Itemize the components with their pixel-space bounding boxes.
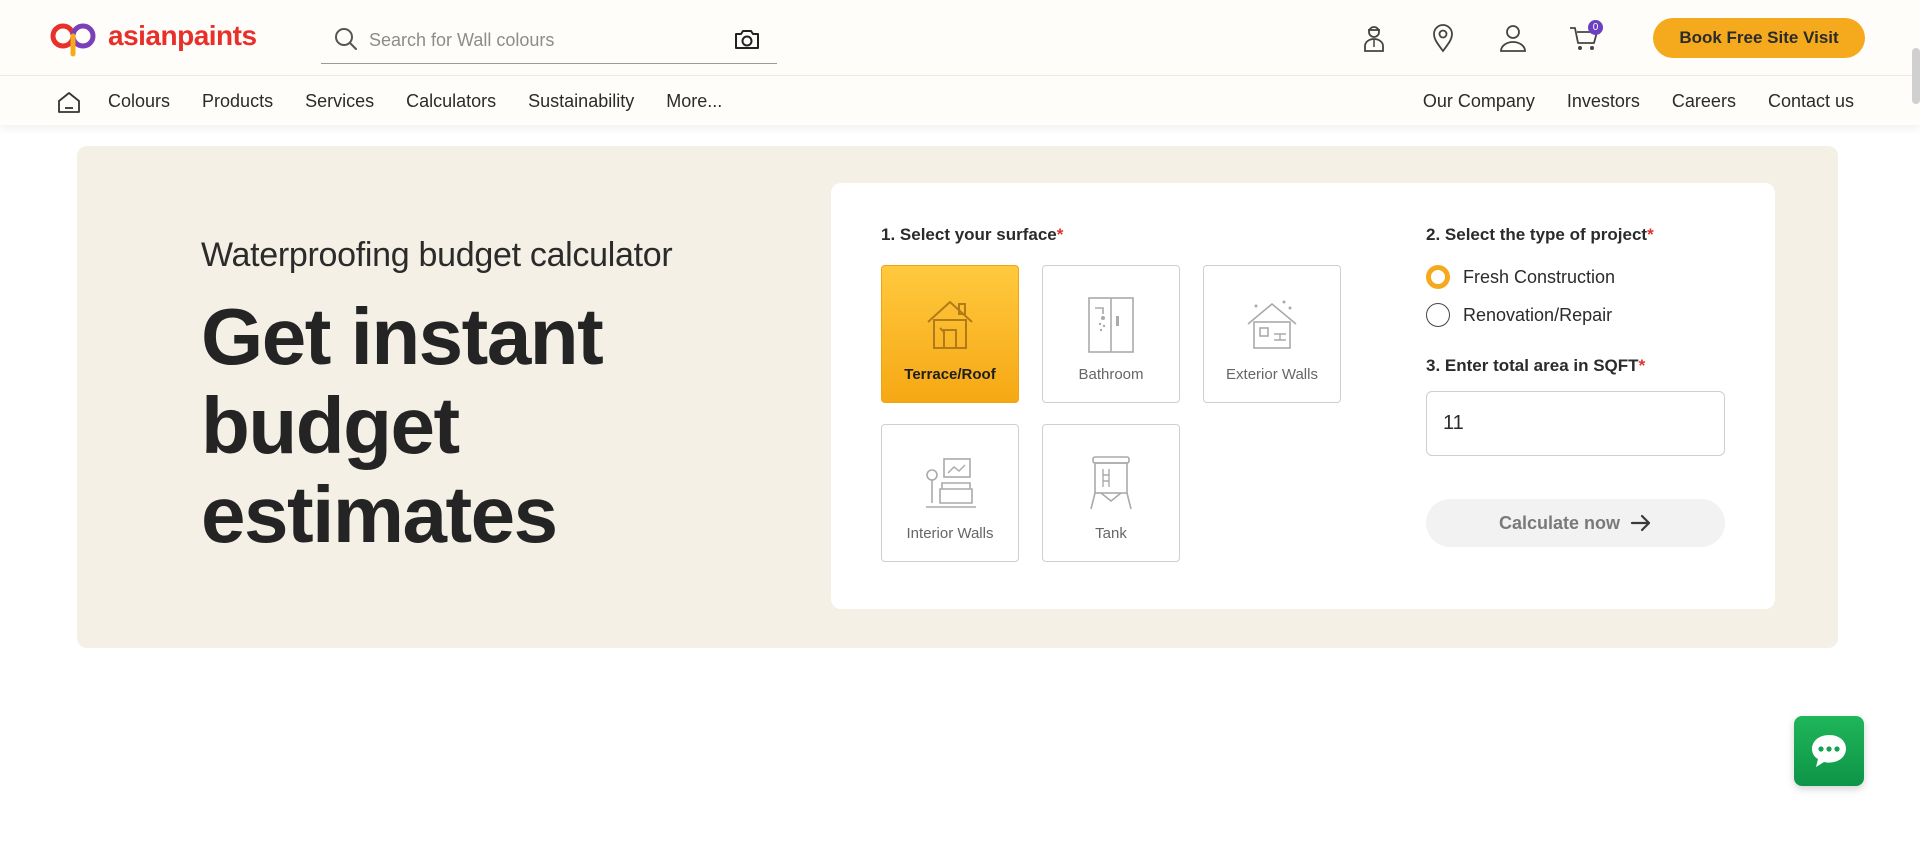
- required-mark: *: [1647, 225, 1654, 244]
- step-2-label-text: 2. Select the type of project: [1426, 225, 1648, 244]
- surface-option-terrace-roof[interactable]: Terrace/Roof: [881, 265, 1019, 403]
- arrow-right-icon: [1630, 514, 1651, 532]
- project-type-renovation-repair[interactable]: Renovation/Repair: [1426, 303, 1612, 327]
- nav-sustainability[interactable]: Sustainability: [528, 91, 634, 112]
- nav-more[interactable]: More...: [666, 91, 722, 112]
- cart-count-badge: 0: [1588, 20, 1603, 35]
- search-bar: [321, 16, 777, 64]
- brand-logo-text: asianpaints: [108, 20, 257, 51]
- search-icon: [335, 28, 357, 50]
- search-input[interactable]: [369, 26, 709, 54]
- radio-label: Fresh Construction: [1463, 266, 1616, 287]
- brick-house-icon: [1247, 300, 1297, 349]
- nav-left-links: Colours Products Services Calculators Su…: [108, 76, 754, 126]
- location-pin-icon[interactable]: [1427, 22, 1459, 54]
- chat-support-button[interactable]: [1794, 716, 1864, 786]
- living-room-icon: [926, 458, 976, 508]
- required-mark: *: [1056, 225, 1064, 244]
- surface-option-tank[interactable]: Tank: [1042, 424, 1180, 562]
- nav-careers[interactable]: Careers: [1672, 91, 1736, 112]
- step-1-label-text: 1. Select your surface: [881, 225, 1057, 244]
- surface-label: Tank: [1095, 525, 1127, 542]
- main-nav: Colours Products Services Calculators Su…: [0, 75, 1920, 125]
- painter-icon[interactable]: [1358, 22, 1390, 54]
- water-tank-icon: [1090, 456, 1132, 510]
- nav-our-company[interactable]: Our Company: [1423, 91, 1535, 112]
- surface-label: Terrace/Roof: [904, 366, 996, 383]
- house-icon: [927, 301, 973, 349]
- nav-products[interactable]: Products: [202, 91, 273, 112]
- surface-option-exterior-walls[interactable]: Exterior Walls: [1203, 265, 1341, 403]
- nav-colours[interactable]: Colours: [108, 91, 170, 112]
- nav-calculators[interactable]: Calculators: [406, 91, 496, 112]
- shower-icon: [1088, 297, 1134, 353]
- nav-services[interactable]: Services: [305, 91, 374, 112]
- step-2-label: 2. Select the type of project*: [1426, 225, 1654, 245]
- user-account-icon[interactable]: [1497, 22, 1529, 54]
- area-sqft-input[interactable]: [1426, 391, 1725, 456]
- hero-subtitle: Waterproofing budget calculator: [201, 236, 673, 274]
- brand-logo[interactable]: asianpaints: [48, 14, 257, 58]
- chat-bubble-icon: [1812, 735, 1846, 767]
- project-type-fresh-construction[interactable]: Fresh Construction: [1426, 265, 1615, 289]
- step-3-label: 3. Enter total area in SQFT*: [1426, 356, 1645, 376]
- book-free-site-visit-button[interactable]: Book Free Site Visit: [1653, 18, 1865, 58]
- radio-button-selected[interactable]: [1426, 265, 1450, 289]
- calculate-now-label: Calculate now: [1498, 512, 1621, 533]
- nav-contact-us[interactable]: Contact us: [1768, 91, 1854, 112]
- nav-right-links: Our Company Investors Careers Contact us: [1391, 76, 1854, 126]
- home-icon[interactable]: [56, 89, 82, 115]
- page-scrollbar-thumb[interactable]: [1912, 48, 1920, 104]
- hero-title: Get instant budget estimates: [201, 292, 604, 559]
- surface-label: Exterior Walls: [1226, 366, 1318, 383]
- surface-option-interior-walls[interactable]: Interior Walls: [881, 424, 1019, 562]
- surface-label: Bathroom: [1078, 366, 1144, 383]
- step-1-label: 1. Select your surface*: [881, 225, 1063, 245]
- nav-investors[interactable]: Investors: [1567, 91, 1640, 112]
- camera-icon[interactable]: [733, 26, 761, 52]
- brand-logo-mark-icon: [50, 23, 96, 57]
- radio-label: Renovation/Repair: [1463, 304, 1613, 325]
- step-3-label-text: 3. Enter total area in SQFT: [1426, 356, 1639, 375]
- surface-option-bathroom[interactable]: Bathroom: [1042, 265, 1180, 403]
- radio-button[interactable]: [1426, 303, 1450, 327]
- top-header: asianpaints 0 Book Free Site Visit: [0, 0, 1920, 75]
- calculate-now-button[interactable]: Calculate now: [1426, 499, 1725, 547]
- surface-label: Interior Walls: [906, 525, 994, 542]
- required-mark: *: [1638, 356, 1646, 375]
